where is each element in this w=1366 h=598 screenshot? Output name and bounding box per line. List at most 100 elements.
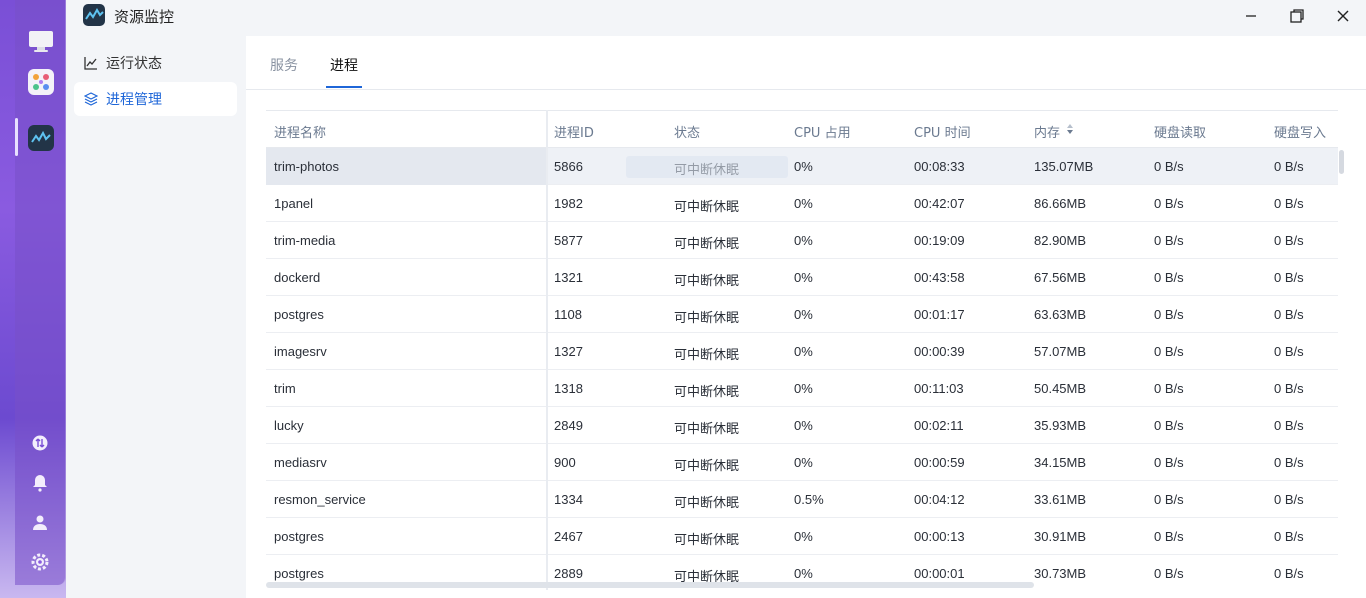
sort-icon[interactable] xyxy=(1066,123,1074,139)
process-table: 进程名称 进程ID 状态 CPU 占用 CPU 时间 内存 硬盘读取 硬盘写入 … xyxy=(266,110,1346,590)
sidebar-item-process[interactable]: 进程管理 xyxy=(74,82,237,116)
table-cell: 0 B/s xyxy=(1154,233,1184,248)
table-cell: 可中断休眠 xyxy=(674,459,740,474)
minimize-icon[interactable] xyxy=(1240,5,1262,27)
bell-icon[interactable] xyxy=(31,474,49,492)
table-cell: 86.66MB xyxy=(1034,196,1087,211)
table-cell: 可中断休眠 xyxy=(674,533,740,548)
table-cell: mediasrv xyxy=(274,455,327,470)
table-cell: 2889 xyxy=(554,566,583,581)
table-cell: 0 B/s xyxy=(1274,381,1304,396)
table-cell: 57.07MB xyxy=(1034,344,1087,359)
table-row[interactable]: trim-photos5866可中断休眠0%00:08:33135.07MB0 … xyxy=(266,148,1338,185)
vertical-scrollbar[interactable] xyxy=(1339,150,1344,174)
table-cell: 0% xyxy=(794,270,813,285)
resource-monitor-icon xyxy=(83,4,105,26)
table-cell: 00:11:03 xyxy=(914,381,964,396)
table-row[interactable]: postgres 2467 可中断休眠 0% 00:00:13 30.91MB 0 B/s 0… xyxy=(266,518,1338,555)
table-cell: 1108 xyxy=(554,307,582,322)
active-tab-indicator xyxy=(326,86,362,88)
close-icon[interactable] xyxy=(1332,5,1354,27)
table-cell: 0% xyxy=(794,196,813,211)
table-cell: trim xyxy=(274,381,296,396)
table-cell: 0% xyxy=(794,159,813,174)
table-cell: 34.15MB xyxy=(1034,455,1087,470)
settings-icon[interactable] xyxy=(31,553,49,571)
table-cell: 0% xyxy=(794,233,813,248)
table-cell: 0 B/s xyxy=(1274,344,1304,359)
table-row[interactable]: imagesrv 1327 可中断休眠 0% 00:00:39 57.07MB 0 B/s 0… xyxy=(266,333,1338,370)
column-header-cpu-usage[interactable]: CPU 占用 xyxy=(794,122,851,141)
column-header-memory[interactable]: 内存 xyxy=(1034,122,1060,141)
desktop-dock xyxy=(0,0,66,598)
table-row[interactable]: lucky 2849 可中断休眠 0% 00:02:11 35.93MB 0 B/s 0 B/… xyxy=(266,407,1338,444)
table-cell: 33.61MB xyxy=(1034,492,1087,507)
column-divider[interactable] xyxy=(546,110,548,590)
table-cell: trim-media xyxy=(274,233,336,248)
table-cell: 0 B/s xyxy=(1154,159,1184,174)
table-cell: 0 B/s xyxy=(1274,566,1304,581)
column-header-cpu-time[interactable]: CPU 时间 xyxy=(914,122,971,141)
column-header-name[interactable]: 进程名称 xyxy=(274,122,326,141)
column-header-disk-write[interactable]: 硬盘写入 xyxy=(1274,122,1326,141)
app-center-icon[interactable] xyxy=(28,69,54,95)
table-row[interactable]: mediasrv 900 可中断休眠 0% 00:00:59 34.15MB 0 B/s 0 … xyxy=(266,444,1338,481)
transfer-icon[interactable] xyxy=(31,434,49,452)
maximize-icon[interactable] xyxy=(1286,5,1308,27)
table-cell: 1982 xyxy=(554,196,583,211)
column-header-state[interactable]: 状态 xyxy=(674,122,700,141)
resource-monitor-icon[interactable] xyxy=(28,125,54,151)
desktop-icon[interactable] xyxy=(28,28,54,54)
table-cell: 可中断休眠 xyxy=(674,311,740,326)
table-cell: 63.63MB xyxy=(1034,307,1087,322)
table-cell: 0 B/s xyxy=(1154,529,1184,544)
table-cell: 00:00:59 xyxy=(914,455,965,470)
table-cell: 0 B/s xyxy=(1154,307,1184,322)
table-cell: 0% xyxy=(794,307,813,322)
table-cell: 35.93MB xyxy=(1034,418,1087,433)
table-cell: 0 B/s xyxy=(1154,196,1184,211)
table-row[interactable]: postgres 1108 可中断休眠 0% 00:01:17 63.63MB 0 B/s 0… xyxy=(266,296,1338,333)
tab-processes[interactable]: 进程 xyxy=(330,55,358,75)
table-cell: 1334 xyxy=(554,492,583,507)
table-cell: 0 B/s xyxy=(1154,418,1184,433)
table-cell: 0% xyxy=(794,455,813,470)
table-cell: 可中断休眠 xyxy=(674,348,740,363)
table-row[interactable]: resmon_service 1334 可中断休眠 0.5% 00:04:12 33.61… xyxy=(266,481,1338,518)
table-cell: 50.45MB xyxy=(1034,381,1087,396)
app-title: 资源监控 xyxy=(114,8,175,26)
table-cell: 0 B/s xyxy=(1274,159,1304,174)
table-cell: 可中断休眠 xyxy=(674,385,740,400)
layers-icon xyxy=(84,92,98,106)
table-cell: 0 B/s xyxy=(1154,270,1184,285)
table-cell: 2467 xyxy=(554,529,583,544)
table-cell: 0% xyxy=(794,344,813,359)
table-cell: postgres xyxy=(274,566,324,581)
table-cell: 1321 xyxy=(554,270,583,285)
tab-services[interactable]: 服务 xyxy=(270,55,298,75)
sidebar-item-label: 运行状态 xyxy=(106,56,162,72)
table-cell: 00:00:39 xyxy=(914,344,965,359)
column-header-disk-read[interactable]: 硬盘读取 xyxy=(1154,122,1206,141)
table-cell: 0 B/s xyxy=(1154,455,1184,470)
horizontal-scrollbar[interactable] xyxy=(266,582,1034,588)
table-cell: 0 B/s xyxy=(1274,529,1304,544)
table-cell: 2849 xyxy=(554,418,583,433)
table-row[interactable]: 1panel 1982 可中断休眠 0% 00:42:07 86.66MB 0 B/s 0 B… xyxy=(266,185,1338,222)
drag-ghost xyxy=(626,156,788,178)
user-icon[interactable] xyxy=(31,513,49,531)
table-cell: 00:19:09 xyxy=(914,233,965,248)
table-cell: 00:43:58 xyxy=(914,270,965,285)
table-row[interactable]: trim-media 5877 可中断休眠 0% 00:19:09 82.90MB 0 B/… xyxy=(266,222,1338,259)
table-cell: 00:42:07 xyxy=(914,196,965,211)
table-cell: 00:02:11 xyxy=(914,418,964,433)
table-cell: 0% xyxy=(794,381,813,396)
table-cell: 0% xyxy=(794,418,813,433)
table-row[interactable]: trim 1318 可中断休眠 0% 00:11:03 50.45MB 0 B/s 0 B/s xyxy=(266,370,1338,407)
table-cell: 0 B/s xyxy=(1154,492,1184,507)
sidebar-item-label: 进程管理 xyxy=(106,92,162,108)
line-chart-icon xyxy=(84,56,98,70)
column-header-pid[interactable]: 进程ID xyxy=(554,122,594,141)
table-row[interactable]: dockerd 1321 可中断休眠 0% 00:43:58 67.56MB 0 B/s 0 … xyxy=(266,259,1338,296)
sidebar-item-status[interactable]: 运行状态 xyxy=(74,46,237,80)
